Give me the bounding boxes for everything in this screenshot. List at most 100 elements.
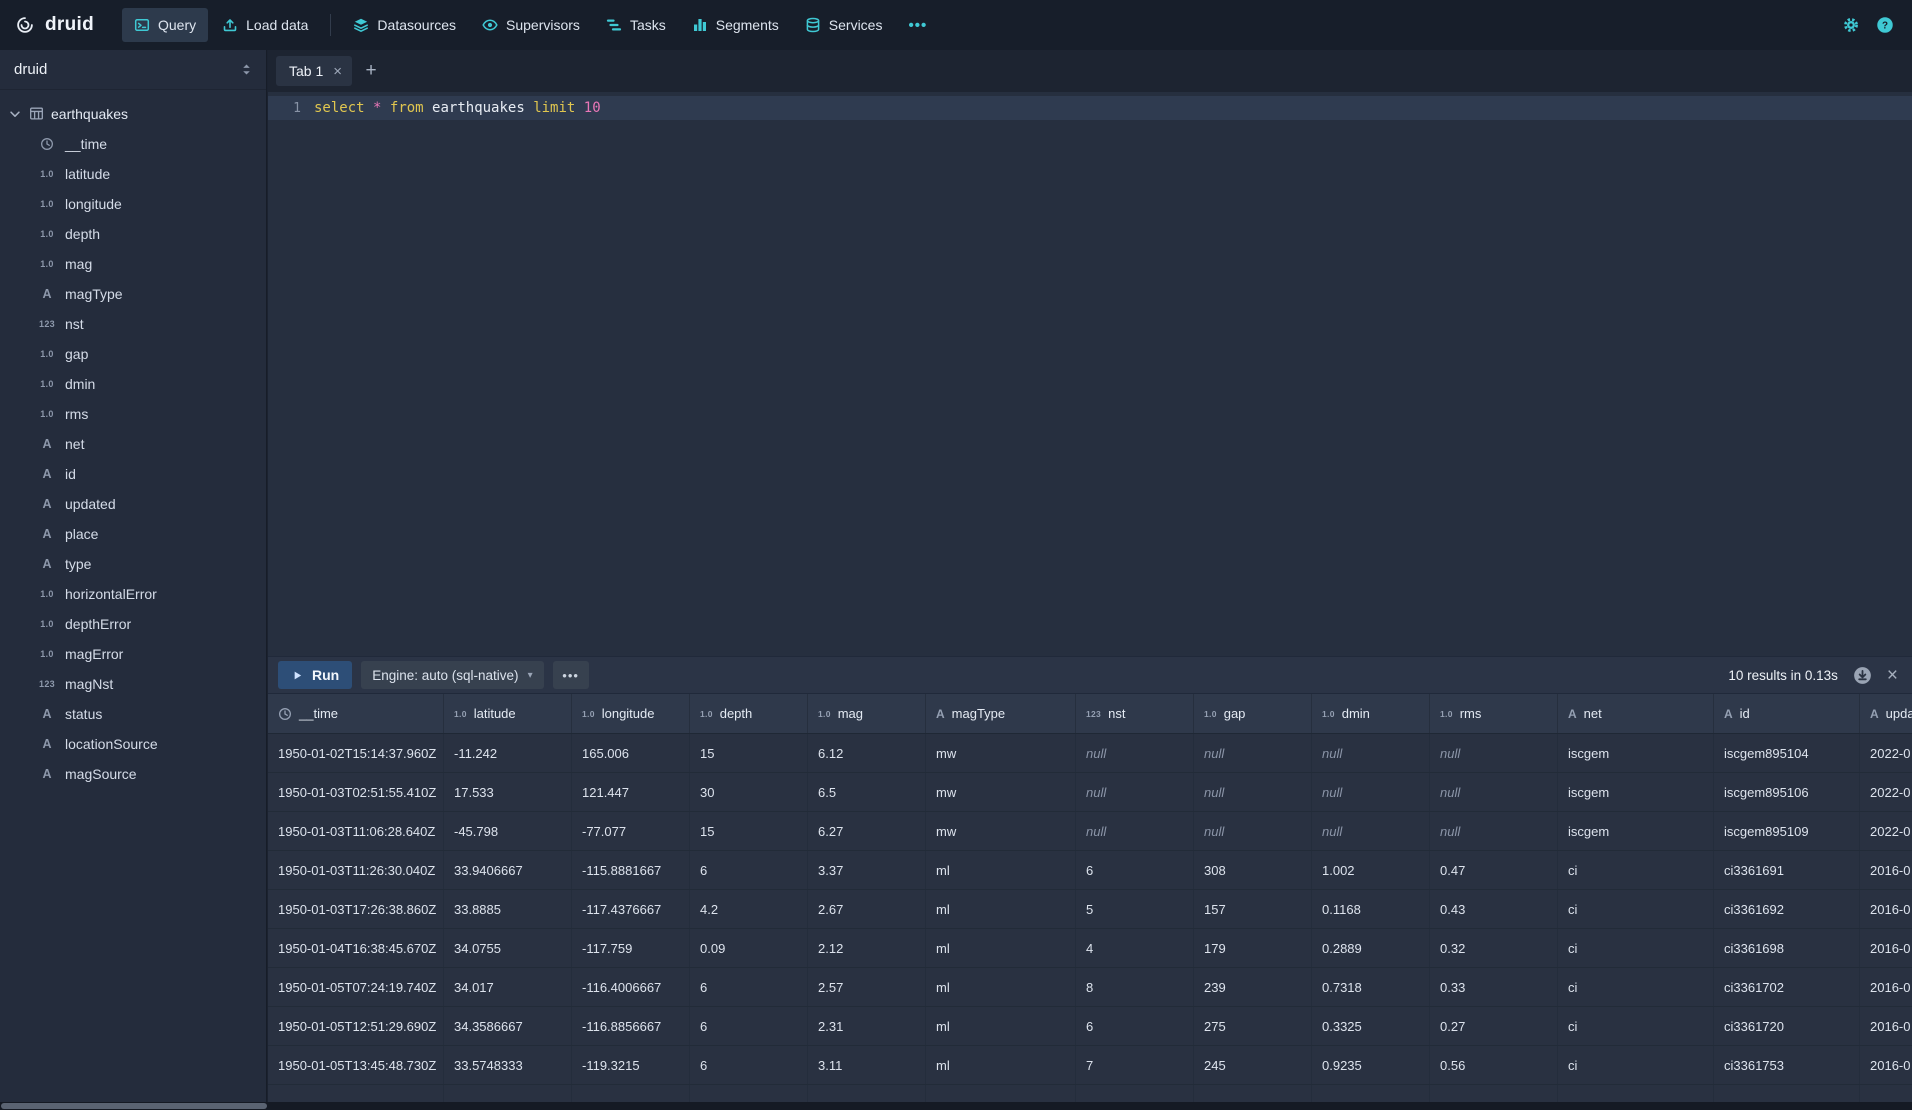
cell-mag[interactable]: 2.12 [808,929,926,967]
cell-gap[interactable]: null [1194,773,1312,811]
cell-time[interactable]: 1950-01-03T02:51:55.410Z [268,773,444,811]
cell-net[interactable]: ci [1558,1046,1714,1084]
cell-mag[interactable]: 2.31 [808,1007,926,1045]
cell-gap[interactable]: null [1194,812,1312,850]
download-icon[interactable] [1853,666,1872,685]
column-header[interactable]: A net [1558,694,1714,733]
engine-selector[interactable]: Engine: auto (sql-native) ▾ [361,661,543,689]
cell-id[interactable]: ci3361692 [1714,890,1860,928]
cell-magType[interactable]: mw [926,734,1076,772]
cell-longitude[interactable]: -117.4376667 [572,890,690,928]
cell-longitude[interactable]: -119.3215 [572,1046,690,1084]
cell-latitude[interactable]: 33.9406667 [444,851,572,889]
sidebar-column[interactable]: 1.0 depth [0,219,266,249]
cell-depth[interactable]: 6 [690,851,808,889]
cell-time[interactable]: 1950-01-05T13:45:48.730Z [268,1046,444,1084]
sidebar-column[interactable]: 1.0 depthError [0,609,266,639]
cell-gap[interactable]: 245 [1194,1046,1312,1084]
cell-longitude[interactable]: -117.759 [572,929,690,967]
cell-updated[interactable]: 2016-0 [1860,851,1912,889]
cell-gap[interactable]: 179 [1194,929,1312,967]
cell-nst[interactable]: 7 [1076,1046,1194,1084]
cell-depth[interactable]: 6 [690,1046,808,1084]
cell-nst[interactable]: 8 [1076,968,1194,1006]
horizontal-scrollbar[interactable] [0,1102,1912,1110]
cell-dmin[interactable]: 0.2889 [1312,929,1430,967]
cell-mag[interactable]: 6.27 [808,812,926,850]
nav-item-supervisors[interactable]: Supervisors [470,8,592,42]
cell-nst[interactable]: null [1076,812,1194,850]
cell-depth[interactable]: 15 [690,812,808,850]
sidebar-column[interactable]: 1.0 gap [0,339,266,369]
cell-latitude[interactable]: -11.242 [444,734,572,772]
sidebar-column[interactable]: A id [0,459,266,489]
nav-item-load-data[interactable]: Load data [210,8,320,42]
sidebar-column[interactable]: __time [0,129,266,159]
cell-id[interactable]: ci3361702 [1714,968,1860,1006]
cell-mag[interactable]: 6.5 [808,773,926,811]
cell-nst[interactable]: 5 [1076,890,1194,928]
cell-time[interactable]: 1950-01-03T11:26:30.040Z [268,851,444,889]
nav-item-services[interactable]: Services [793,8,895,42]
cell-rms[interactable]: 0.32 [1430,929,1558,967]
cell-latitude[interactable]: 33.8885 [444,890,572,928]
cell-dmin[interactable]: null [1312,773,1430,811]
tab-close-icon[interactable]: × [333,64,342,79]
cell-rms[interactable]: 0.43 [1430,890,1558,928]
cell-time[interactable]: 1950-01-05T12:51:29.690Z [268,1007,444,1045]
cell-nst[interactable]: 6 [1076,851,1194,889]
cell-id[interactable]: ci3361691 [1714,851,1860,889]
cell-magType[interactable]: ml [926,1007,1076,1045]
cell-rms[interactable]: null [1430,734,1558,772]
cell-gap[interactable]: null [1194,734,1312,772]
column-header[interactable]: A id [1714,694,1860,733]
nav-item-tasks[interactable]: Tasks [594,8,678,42]
cell-id[interactable]: ci3361753 [1714,1046,1860,1084]
cell-magType[interactable]: ml [926,851,1076,889]
column-header[interactable]: 1.0 mag [808,694,926,733]
run-button[interactable]: Run [278,661,352,689]
cell-magType[interactable]: ml [926,929,1076,967]
sql-editor[interactable]: 1 select * from earthquakes limit 10 [268,92,1912,656]
sidebar-column[interactable]: 1.0 rms [0,399,266,429]
cell-rms[interactable]: null [1430,773,1558,811]
cell-updated[interactable]: 2022-0 [1860,734,1912,772]
cell-latitude[interactable]: 34.017 [444,968,572,1006]
cell-rms[interactable]: 0.33 [1430,968,1558,1006]
cell-latitude[interactable]: 33.5748333 [444,1046,572,1084]
cell-latitude[interactable]: 34.3586667 [444,1007,572,1045]
cell-id[interactable]: ci3361720 [1714,1007,1860,1045]
cell-dmin[interactable]: 0.1168 [1312,890,1430,928]
column-header[interactable]: __time [268,694,444,733]
sidebar-column[interactable]: A status [0,699,266,729]
column-header[interactable]: 1.0 latitude [444,694,572,733]
cell-mag[interactable]: 2.57 [808,968,926,1006]
cell-magType[interactable]: mw [926,773,1076,811]
sidebar-column[interactable]: 123 nst [0,309,266,339]
cell-mag[interactable]: 6.12 [808,734,926,772]
cell-mag[interactable]: 3.11 [808,1046,926,1084]
cell-gap[interactable]: 275 [1194,1007,1312,1045]
cell-latitude[interactable]: 17.533 [444,773,572,811]
cell-magType[interactable]: ml [926,890,1076,928]
cell-latitude[interactable]: -45.798 [444,812,572,850]
cell-net[interactable]: iscgem [1558,773,1714,811]
cell-nst[interactable]: 4 [1076,929,1194,967]
sidebar-column[interactable]: 1.0 dmin [0,369,266,399]
column-header[interactable]: A updated [1860,694,1912,733]
cell-mag[interactable]: 2.67 [808,890,926,928]
cell-updated[interactable]: 2016-0 [1860,1007,1912,1045]
sidebar-column[interactable]: A net [0,429,266,459]
sidebar-column[interactable]: A updated [0,489,266,519]
sidebar-column[interactable]: A magType [0,279,266,309]
column-header[interactable]: 1.0 dmin [1312,694,1430,733]
cell-rms[interactable]: 0.27 [1430,1007,1558,1045]
scrollbar-thumb[interactable] [1,1103,267,1109]
cell-magType[interactable]: ml [926,1046,1076,1084]
sidebar-column[interactable]: 1.0 horizontalError [0,579,266,609]
cell-net[interactable]: iscgem [1558,812,1714,850]
cell-updated[interactable]: 2016-0 [1860,1046,1912,1084]
column-header[interactable]: 1.0 depth [690,694,808,733]
column-header[interactable]: 123 nst [1076,694,1194,733]
cell-longitude[interactable]: 165.006 [572,734,690,772]
